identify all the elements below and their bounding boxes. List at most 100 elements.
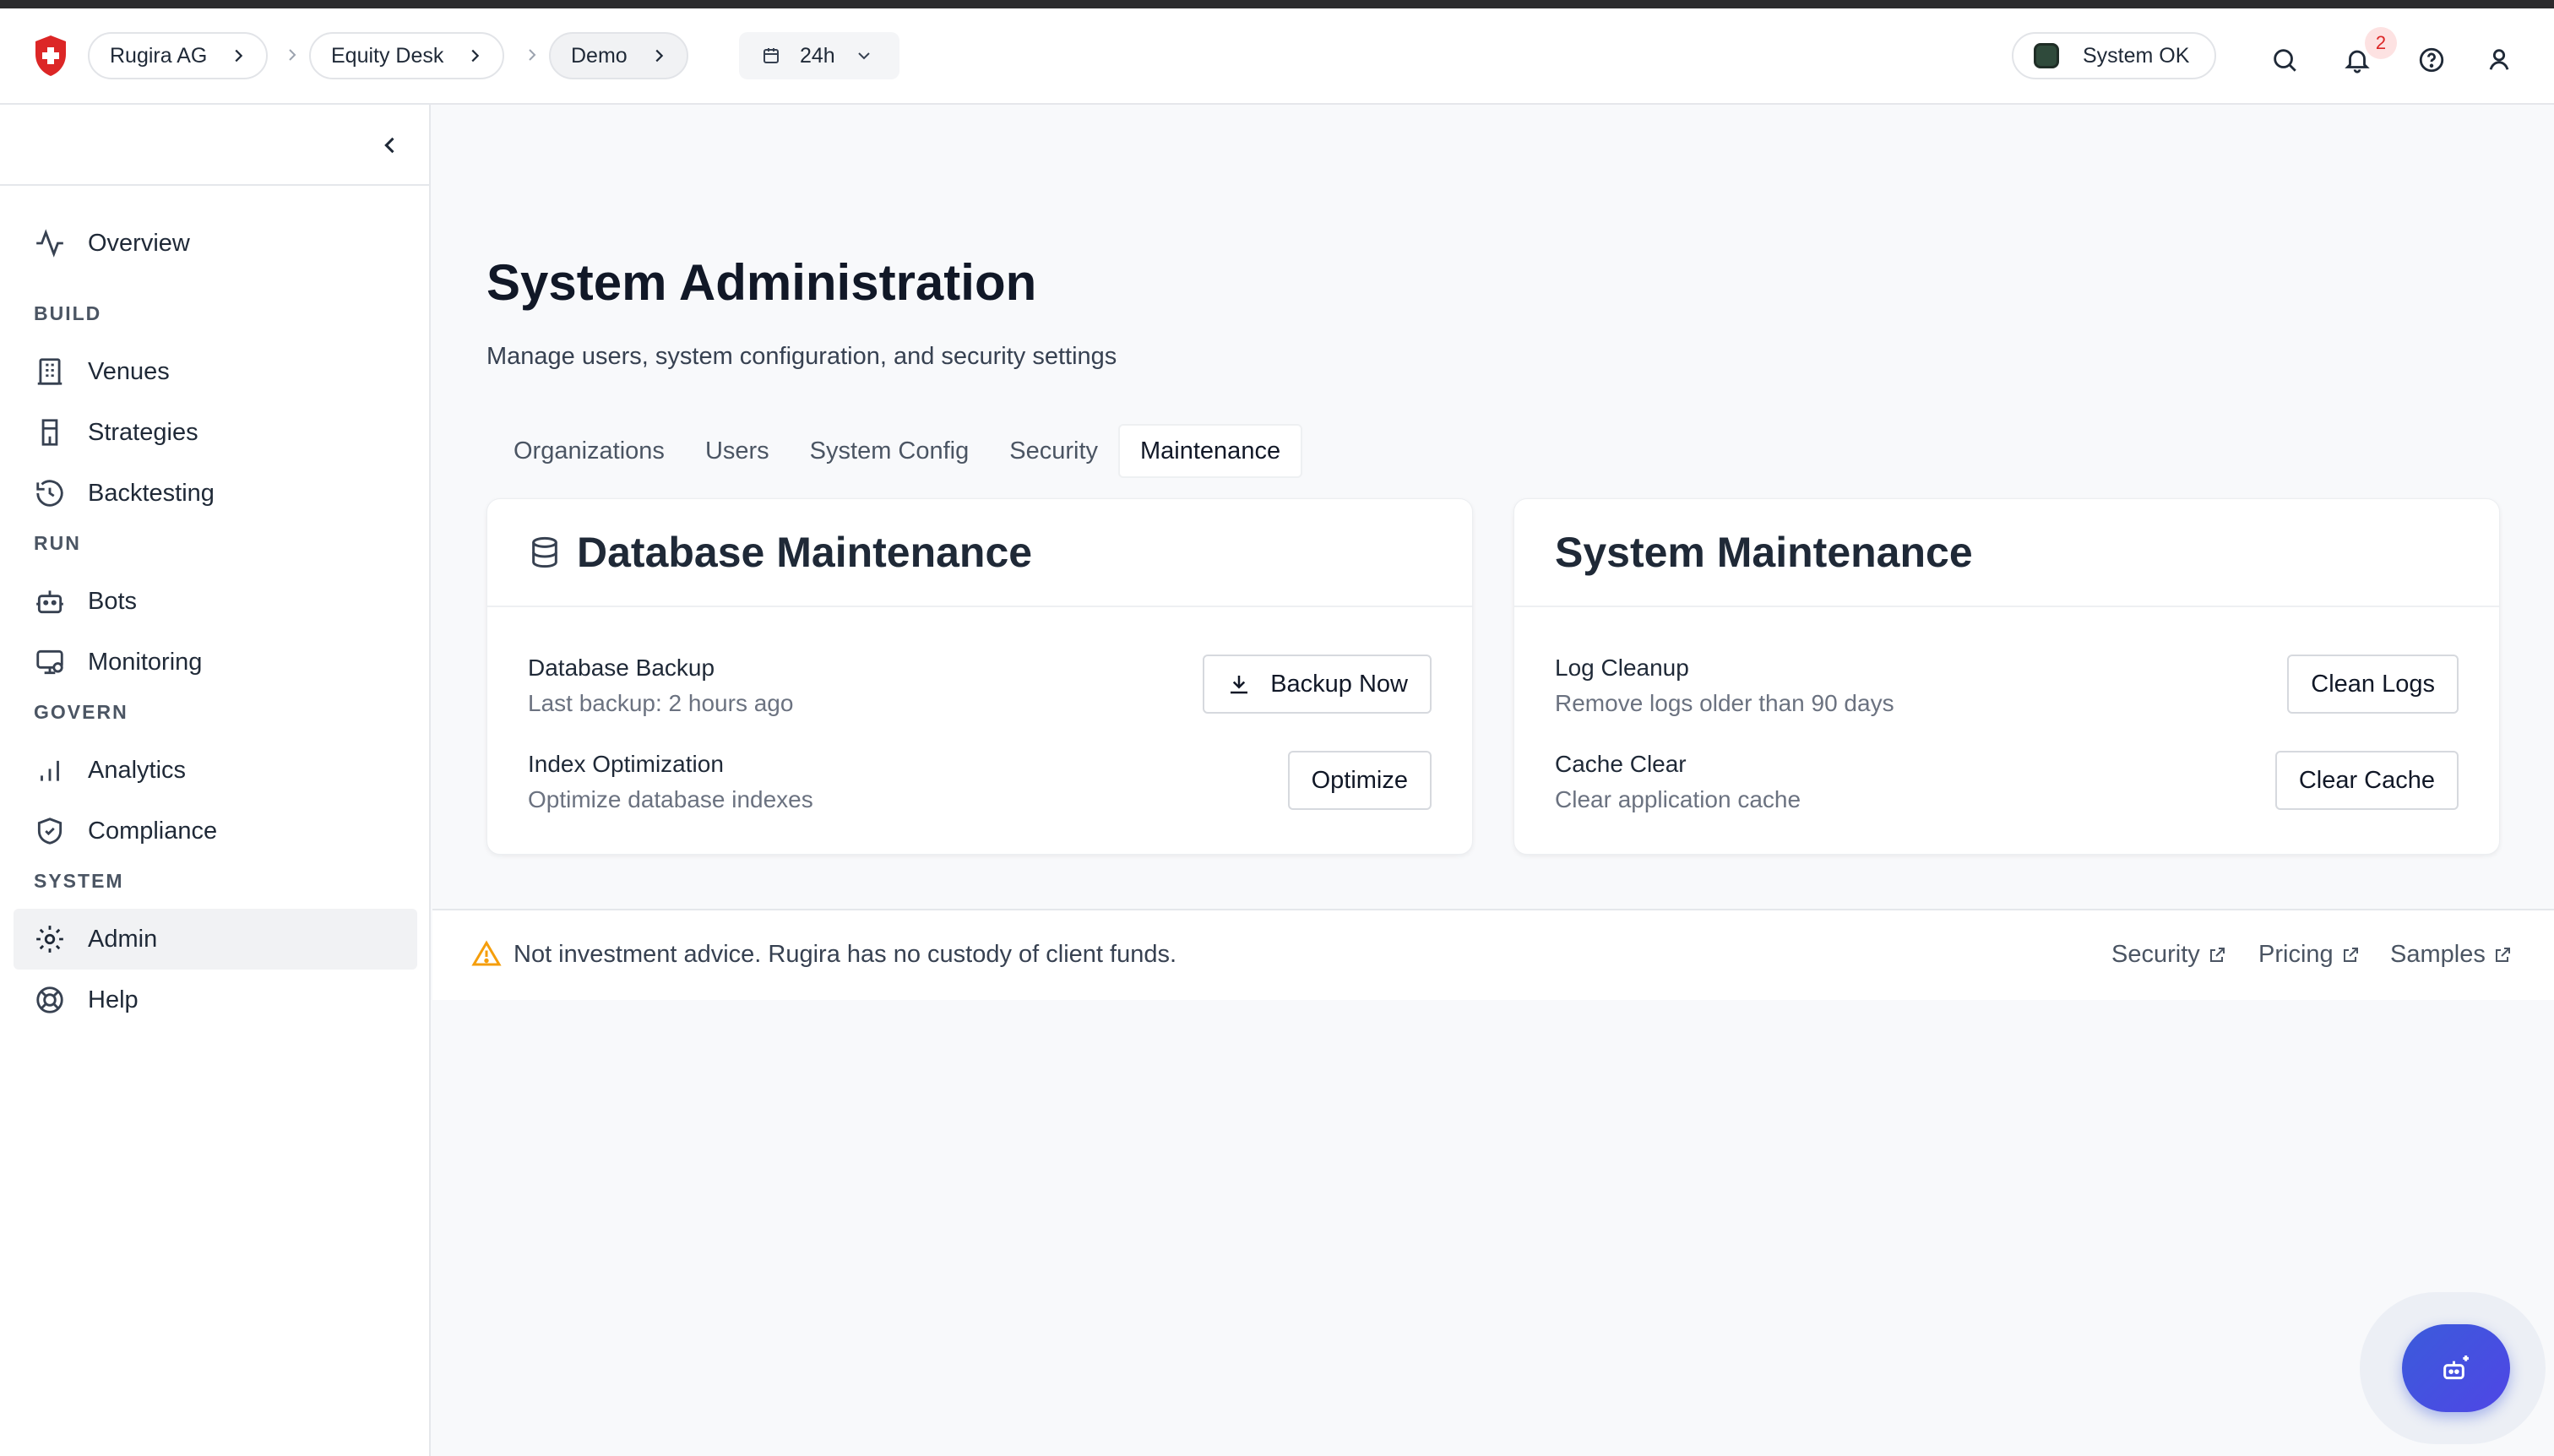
- tab-maintenance[interactable]: Maintenance: [1118, 424, 1303, 478]
- link-label: Security: [2111, 941, 2200, 968]
- sidebar-item-strategies[interactable]: Strategies: [14, 402, 417, 463]
- sidebar-item-monitoring[interactable]: Monitoring: [14, 632, 417, 693]
- card-title: Database Maintenance: [577, 529, 1033, 576]
- sidebar-item-label: Monitoring: [88, 648, 203, 676]
- sidebar-item-label: Compliance: [88, 817, 218, 845]
- status-indicator-icon: [2034, 43, 2059, 68]
- link-label: Pricing: [2258, 941, 2334, 968]
- sidebar-item-venues[interactable]: Venues: [14, 341, 417, 402]
- sidebar-item-label: Help: [88, 986, 139, 1013]
- calendar-icon: [763, 48, 779, 63]
- breadcrumb-label: Equity Desk: [331, 43, 444, 68]
- footer-link-pricing[interactable]: Pricing: [2258, 941, 2361, 969]
- breadcrumb-separator-icon: [529, 49, 536, 61]
- footer-bar: Not investment advice. Rugira has no cus…: [432, 909, 2554, 1000]
- lifebuoy-icon: [36, 986, 63, 1013]
- admin-tabs: Organizations Users System Config Securi…: [493, 424, 1303, 478]
- row-description: Clear application cache: [1555, 786, 1801, 812]
- sidebar-item-label: Overview: [88, 229, 190, 257]
- section-label-system: SYSTEM: [34, 870, 124, 892]
- card-title: System Maintenance: [1555, 529, 1973, 576]
- row-description: Last backup: 2 hours ago: [528, 690, 794, 716]
- database-icon: [532, 536, 557, 568]
- section-label-run: RUN: [34, 532, 81, 554]
- sidebar-item-backtesting[interactable]: Backtesting: [14, 463, 417, 524]
- breadcrumb-organization[interactable]: Rugira AG: [88, 32, 269, 79]
- system-status-label: System OK: [2083, 43, 2190, 68]
- footer-link-samples[interactable]: Samples: [2390, 941, 2513, 969]
- optimize-button[interactable]: Optimize: [1287, 751, 1432, 810]
- sidebar-item-admin[interactable]: Admin: [14, 909, 417, 970]
- strategy-icon: [41, 419, 58, 446]
- user-icon[interactable]: [2485, 46, 2513, 74]
- database-maintenance-card: Database Maintenance Database Backup Las…: [486, 498, 1473, 855]
- breadcrumb-environment[interactable]: Demo: [549, 32, 688, 79]
- sidebar-item-compliance[interactable]: Compliance: [14, 801, 417, 861]
- external-link-icon: [2209, 947, 2225, 962]
- gear-icon: [36, 926, 63, 953]
- button-label: Backup Now: [1270, 670, 1408, 698]
- assistant-fab-button[interactable]: [2402, 1324, 2510, 1412]
- shield-icon: [37, 818, 62, 845]
- backup-now-button[interactable]: Backup Now: [1203, 655, 1432, 714]
- clean-logs-button[interactable]: Clean Logs: [2287, 655, 2459, 714]
- clear-cache-button[interactable]: Clear Cache: [2274, 751, 2459, 810]
- page-subtitle: Manage users, system configuration, and …: [486, 343, 1117, 370]
- row-description: Optimize database indexes: [528, 786, 813, 812]
- assistant-icon: [2443, 1355, 2469, 1380]
- sidebar: Overview BUILD Venues Strategies Backtes…: [0, 105, 431, 1456]
- sidebar-item-analytics[interactable]: Analytics: [14, 740, 417, 801]
- card-header: Database Maintenance: [487, 499, 1472, 607]
- chevron-right-icon: [235, 49, 243, 62]
- search-icon[interactable]: [2270, 46, 2299, 74]
- chevron-right-icon: [655, 49, 663, 62]
- time-range-selector[interactable]: 24h: [739, 32, 899, 79]
- tab-users[interactable]: Users: [685, 424, 790, 478]
- building-icon: [37, 358, 62, 385]
- tab-system-config[interactable]: System Config: [790, 424, 990, 478]
- monitor-icon: [36, 649, 63, 675]
- external-link-icon: [2495, 947, 2510, 962]
- notification-count-badge: 2: [2365, 27, 2397, 59]
- card-header: System Maintenance: [1514, 499, 2499, 607]
- sidebar-item-label: Backtesting: [88, 479, 215, 507]
- time-range-value: 24h: [800, 43, 835, 68]
- row-title: Index Optimization: [528, 751, 724, 777]
- page-title: System Administration: [486, 254, 1037, 311]
- chevron-down-icon: [858, 52, 870, 60]
- bar-chart-icon: [41, 760, 59, 781]
- activity-icon: [36, 229, 63, 258]
- section-label-build: BUILD: [34, 302, 102, 324]
- history-icon: [36, 480, 63, 507]
- row-title: Database Backup: [528, 655, 715, 681]
- system-maintenance-card: System Maintenance Log Cleanup Remove lo…: [1513, 498, 2500, 855]
- sidebar-item-label: Venues: [88, 357, 170, 385]
- sidebar-item-label: Strategies: [88, 418, 198, 446]
- chevron-right-icon: [471, 49, 480, 62]
- warning-triangle-icon: [471, 940, 502, 966]
- maintenance-row-backup: Database Backup Last backup: 2 hours ago…: [528, 655, 1432, 731]
- sidebar-item-label: Admin: [88, 925, 158, 953]
- sidebar-item-label: Analytics: [88, 756, 187, 784]
- sidebar-item-label: Bots: [88, 587, 138, 615]
- sidebar-item-overview[interactable]: Overview: [14, 213, 417, 274]
- maintenance-row-index: Index Optimization Optimize database ind…: [528, 751, 1432, 827]
- bot-icon: [36, 590, 63, 614]
- sidebar-item-help[interactable]: Help: [14, 970, 417, 1030]
- sidebar-item-bots[interactable]: Bots: [14, 571, 417, 632]
- footer-link-security[interactable]: Security: [2111, 941, 2227, 969]
- help-circle-icon[interactable]: [2417, 46, 2446, 74]
- window-top-strip: [0, 0, 2554, 8]
- tab-security[interactable]: Security: [989, 424, 1118, 478]
- chevron-left-icon[interactable]: [378, 133, 402, 157]
- download-icon: [1231, 676, 1248, 694]
- row-title: Log Cleanup: [1555, 655, 1689, 681]
- tab-organizations[interactable]: Organizations: [493, 424, 685, 478]
- system-status-pill[interactable]: System OK: [2012, 32, 2216, 79]
- top-bar: Rugira AG Equity Desk Demo 24h System OK…: [0, 8, 2554, 105]
- breadcrumb-desk[interactable]: Equity Desk: [309, 32, 505, 79]
- link-label: Samples: [2390, 941, 2486, 968]
- brand-shield-logo[interactable]: [32, 34, 69, 78]
- maintenance-row-cache: Cache Clear Clear application cache Clea…: [1555, 751, 2459, 827]
- breadcrumb-label: Rugira AG: [110, 43, 208, 68]
